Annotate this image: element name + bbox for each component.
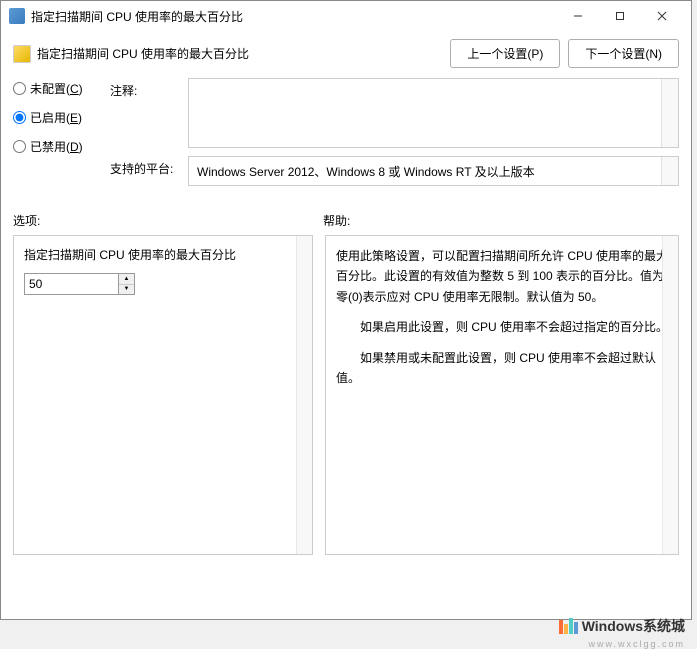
dialog-window: 指定扫描期间 CPU 使用率的最大百分比 指定扫描期间 CPU 使用率的最大百分… (0, 0, 692, 620)
watermark-text: Windows系统城 (582, 616, 685, 636)
prev-btn-label: 上一个设置(P) (467, 47, 543, 61)
platform-row: 支持的平台: Windows Server 2012、Windows 8 或 W… (110, 156, 679, 186)
next-btn-label: 下一个设置(N) (585, 47, 662, 61)
app-icon (9, 8, 25, 24)
main-section: 未配置(C) 已启用(E) 已禁用(D) 注释: 支持的平台: (13, 78, 679, 194)
radio-not-configured[interactable]: 未配置(C) (13, 80, 98, 97)
watermark-logo-icon (559, 618, 578, 634)
help-paragraph-3: 如果禁用或未配置此设置，则 CPU 使用率不会超过默认值。 (336, 348, 668, 389)
radio-not-configured-label: 未配置(C) (30, 80, 83, 97)
fields-section: 注释: 支持的平台: Windows Server 2012、Windows 8… (110, 78, 679, 194)
comment-label: 注释: (110, 78, 180, 99)
maximize-icon (615, 11, 625, 21)
minimize-button[interactable] (557, 2, 599, 30)
nav-buttons: 上一个设置(P) 下一个设置(N) (450, 39, 679, 68)
comment-row: 注释: (110, 78, 679, 148)
option-label: 指定扫描期间 CPU 使用率的最大百分比 (24, 246, 302, 263)
help-paragraph-1: 使用此策略设置，可以配置扫描期间所允许 CPU 使用率的最大百分比。此设置的有效… (336, 246, 668, 307)
options-section-label: 选项: (13, 212, 323, 229)
next-setting-button[interactable]: 下一个设置(N) (568, 39, 679, 68)
maximize-button[interactable] (599, 2, 641, 30)
comment-textarea[interactable] (188, 78, 679, 148)
platform-value: Windows Server 2012、Windows 8 或 Windows … (188, 156, 679, 186)
previous-setting-button[interactable]: 上一个设置(P) (450, 39, 560, 68)
window-title: 指定扫描期间 CPU 使用率的最大百分比 (31, 8, 557, 25)
options-scrollbar[interactable] (296, 236, 312, 554)
radio-enabled-label: 已启用(E) (30, 109, 82, 126)
close-icon (657, 11, 667, 21)
window-controls (557, 2, 683, 30)
radio-not-configured-input[interactable] (13, 82, 26, 95)
panels-row: 指定扫描期间 CPU 使用率的最大百分比 ▲ ▼ 使用此策略设置，可以配置扫描期… (13, 235, 679, 555)
platform-label: 支持的平台: (110, 156, 180, 177)
help-paragraph-2: 如果启用此设置，则 CPU 使用率不会超过指定的百分比。 (336, 317, 668, 337)
help-scrollbar[interactable] (662, 236, 678, 554)
radio-disabled-label: 已禁用(D) (30, 138, 83, 155)
help-panel: 使用此策略设置，可以配置扫描期间所允许 CPU 使用率的最大百分比。此设置的有效… (325, 235, 679, 555)
section-labels: 选项: 帮助: (13, 212, 679, 229)
header-row: 指定扫描期间 CPU 使用率的最大百分比 上一个设置(P) 下一个设置(N) (13, 39, 679, 68)
content-area: 指定扫描期间 CPU 使用率的最大百分比 上一个设置(P) 下一个设置(N) 未… (1, 31, 691, 563)
radio-enabled[interactable]: 已启用(E) (13, 109, 98, 126)
close-button[interactable] (641, 2, 683, 30)
options-panel: 指定扫描期间 CPU 使用率的最大百分比 ▲ ▼ (13, 235, 313, 555)
policy-icon (13, 45, 31, 63)
policy-title: 指定扫描期间 CPU 使用率的最大百分比 (37, 45, 450, 62)
cpu-percent-input[interactable] (24, 273, 119, 295)
state-radio-group: 未配置(C) 已启用(E) 已禁用(D) (13, 78, 98, 194)
watermark-url: www.wxclgg.com (588, 639, 685, 649)
watermark: Windows系统城 (559, 616, 685, 636)
help-section-label: 帮助: (323, 212, 350, 229)
titlebar: 指定扫描期间 CPU 使用率的最大百分比 (1, 1, 691, 31)
spin-down-button[interactable]: ▼ (119, 285, 134, 295)
platform-text: Windows Server 2012、Windows 8 或 Windows … (197, 165, 535, 179)
spin-up-button[interactable]: ▲ (119, 274, 134, 285)
cpu-percent-spinner: ▲ ▼ (24, 273, 302, 295)
radio-enabled-input[interactable] (13, 111, 26, 124)
minimize-icon (573, 11, 583, 21)
radio-disabled-input[interactable] (13, 140, 26, 153)
radio-disabled[interactable]: 已禁用(D) (13, 138, 98, 155)
spinner-buttons: ▲ ▼ (119, 273, 135, 295)
